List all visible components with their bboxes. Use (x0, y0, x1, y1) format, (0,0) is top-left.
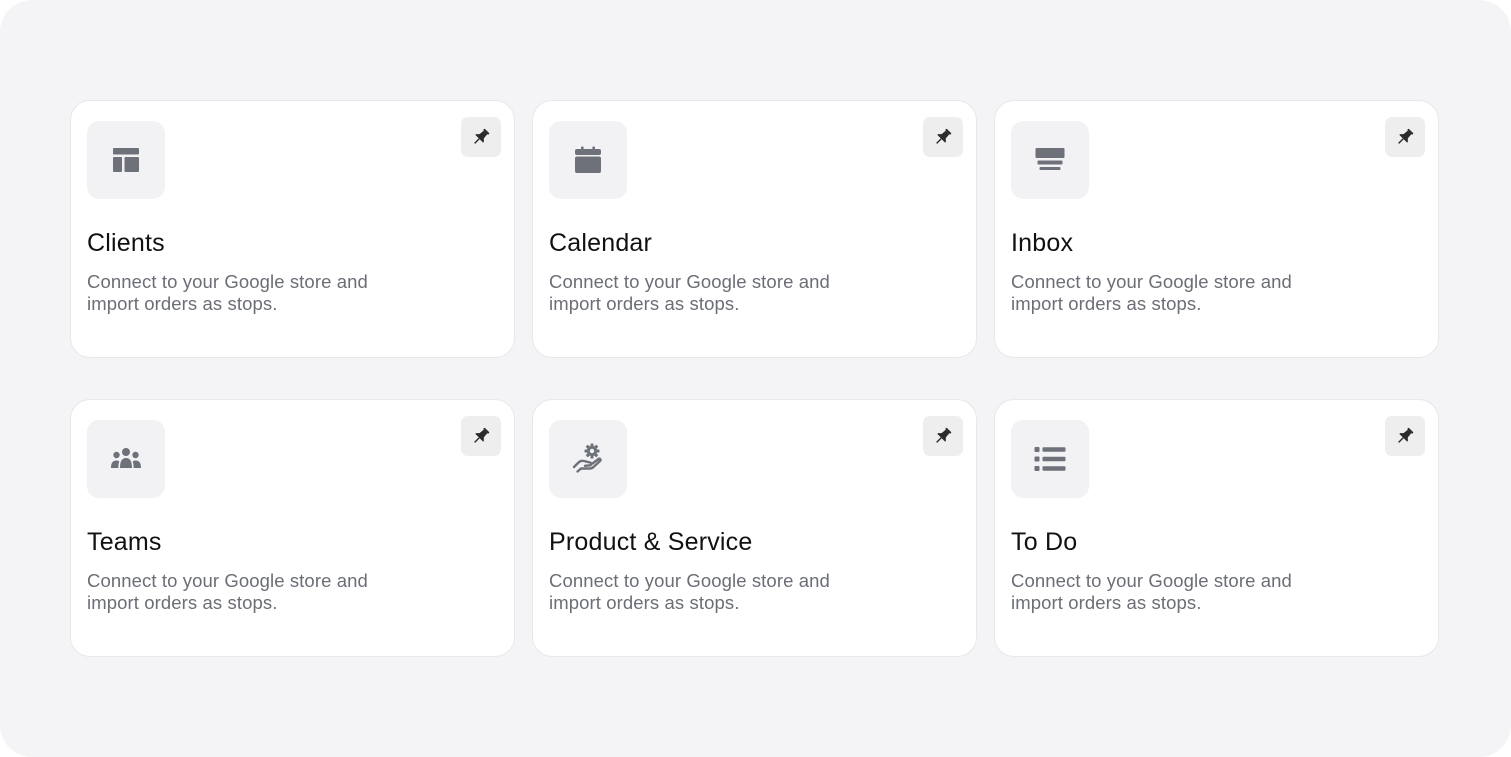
app-card-product-service[interactable]: Product & Service Connect to your Google… (532, 399, 977, 657)
pin-button[interactable] (461, 117, 501, 157)
icon-tile (1011, 420, 1089, 498)
icon-tile (87, 121, 165, 199)
inbox-icon (1035, 148, 1065, 170)
pin-button[interactable] (923, 117, 963, 157)
list-icon (1034, 447, 1066, 471)
card-title: Clients (87, 229, 165, 257)
pin-icon (1398, 128, 1414, 144)
app-card-clients[interactable]: Clients Connect to your Google store and… (70, 100, 515, 358)
icon-tile (549, 121, 627, 199)
card-title: Calendar (549, 229, 653, 257)
pin-button[interactable] (923, 416, 963, 456)
layout-icon (113, 148, 139, 172)
card-description: Connect to your Google store and import … (1011, 570, 1292, 613)
pin-icon (474, 427, 490, 443)
card-description: Connect to your Google store and import … (549, 570, 830, 613)
pin-icon (936, 128, 952, 144)
pin-button[interactable] (1385, 416, 1425, 456)
icon-tile (1011, 121, 1089, 199)
card-title: Product & Service (549, 528, 753, 556)
pin-icon (1398, 427, 1414, 443)
card-description: Connect to your Google store and import … (87, 570, 368, 613)
card-title: Teams (87, 528, 162, 556)
hand-gear-icon (572, 443, 602, 473)
pin-button[interactable] (1385, 117, 1425, 157)
icon-tile (549, 420, 627, 498)
pin-button[interactable] (461, 416, 501, 456)
icon-tile (87, 420, 165, 498)
card-description: Connect to your Google store and import … (1011, 271, 1292, 314)
app-card-teams[interactable]: Teams Connect to your Google store and i… (70, 399, 515, 657)
app-card-todo[interactable]: To Do Connect to your Google store and i… (994, 399, 1439, 657)
pin-icon (936, 427, 952, 443)
card-title: Inbox (1011, 229, 1074, 257)
card-title: To Do (1011, 528, 1078, 556)
calendar-icon (575, 146, 601, 173)
app-card-calendar[interactable]: Calendar Connect to your Google store an… (532, 100, 977, 358)
apps-grid: Clients Connect to your Google store and… (70, 100, 1439, 657)
card-description: Connect to your Google store and import … (549, 271, 830, 314)
app-card-inbox[interactable]: Inbox Connect to your Google store and i… (994, 100, 1439, 358)
pin-icon (474, 128, 490, 144)
users-icon (111, 448, 141, 468)
app-canvas: Clients Connect to your Google store and… (0, 0, 1511, 757)
card-description: Connect to your Google store and import … (87, 271, 368, 314)
